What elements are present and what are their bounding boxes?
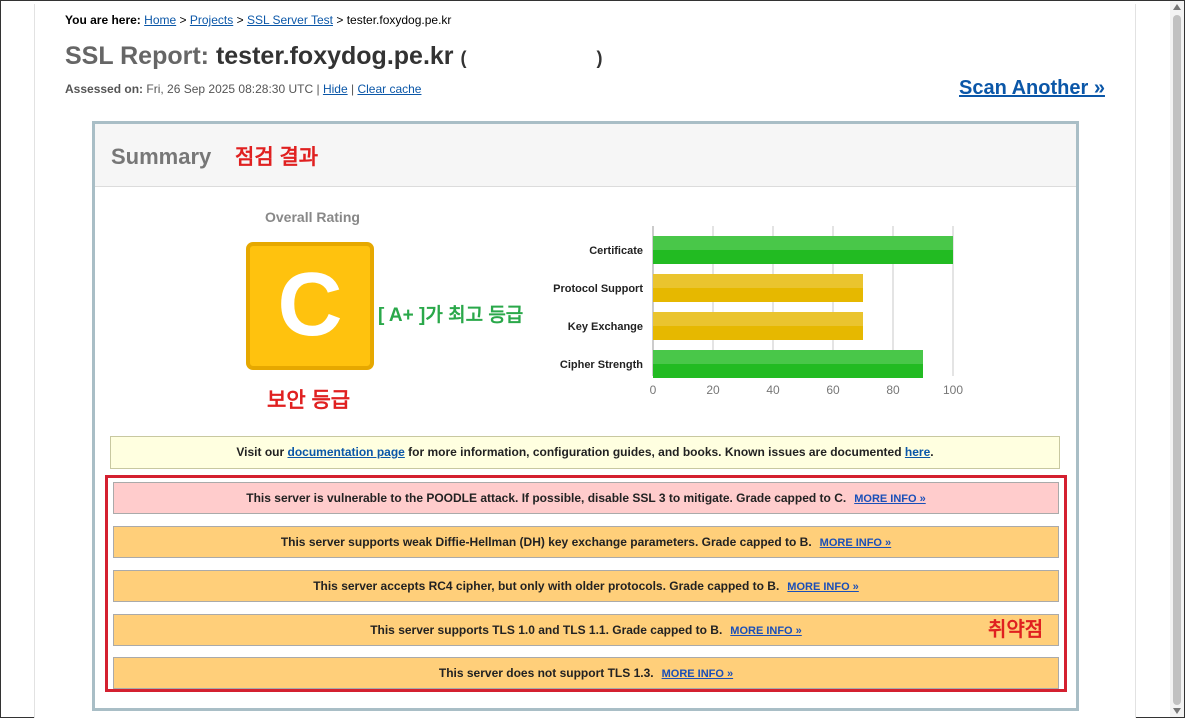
grade-badge: C bbox=[246, 242, 374, 370]
warning-no-tls13: This server does not support TLS 1.3. MOR… bbox=[113, 657, 1059, 689]
documentation-page-link[interactable]: documentation page bbox=[288, 445, 405, 459]
breadcrumb-separator: > bbox=[236, 13, 244, 27]
vertical-scrollbar[interactable] bbox=[1170, 1, 1184, 717]
title-prefix: SSL Report: bbox=[65, 42, 209, 70]
chart-tick-label: 20 bbox=[706, 383, 720, 397]
chart-tick-label: 100 bbox=[943, 383, 963, 397]
breadcrumb-ssl-server-test-link[interactable]: SSL Server Test bbox=[247, 13, 333, 27]
summary-panel: Summary 점검 결과 Overall Rating C 보안 등급 [ A… bbox=[92, 121, 1079, 711]
chart-tick-label: 0 bbox=[650, 383, 657, 397]
vulnerability-annotation: 취약점 bbox=[988, 619, 1044, 641]
breadcrumb-separator: > bbox=[179, 13, 187, 27]
page-title: SSL Report: tester.foxydog.pe.kr () bbox=[65, 42, 602, 71]
info-text-middle: for more information, configuration guid… bbox=[404, 445, 905, 459]
vulnerability-highlight-frame: This server is vulnerable to the POODLE … bbox=[105, 475, 1067, 692]
warning-old-tls: This server supports TLS 1.0 and TLS 1.1… bbox=[113, 614, 1059, 646]
info-text-before: Visit our bbox=[236, 445, 288, 459]
overall-rating-label: Overall Rating bbox=[265, 209, 360, 225]
warning-text: This server supports TLS 1.0 and TLS 1.1… bbox=[370, 623, 723, 637]
more-info-link[interactable]: MORE INFO » bbox=[662, 668, 734, 680]
summary-header: Summary 점검 결과 bbox=[95, 124, 1076, 187]
warning-poodle: This server is vulnerable to the POODLE … bbox=[113, 482, 1059, 514]
more-info-link[interactable]: MORE INFO » bbox=[854, 493, 926, 505]
clear-cache-link[interactable]: Clear cache bbox=[357, 82, 421, 96]
title-paren-close: ) bbox=[596, 48, 603, 68]
grade-annotation: 보안 등급 bbox=[267, 389, 351, 412]
top-grade-annotation: [ A+ ]가 최고 등급 bbox=[378, 305, 524, 326]
more-info-link[interactable]: MORE INFO » bbox=[820, 537, 892, 549]
breadcrumb-current: tester.foxydog.pe.kr bbox=[346, 13, 452, 27]
breadcrumb-home-link[interactable]: Home bbox=[144, 13, 176, 27]
scrollbar-thumb[interactable] bbox=[1173, 15, 1181, 705]
rating-bar-chart: 0 20 40 60 80 100 Certificate Protocol Support K… bbox=[553, 226, 963, 397]
scroll-down-arrow-icon[interactable] bbox=[1173, 708, 1181, 714]
chart-tick-label: 40 bbox=[766, 383, 780, 397]
chart-category-label: Cipher Strength bbox=[560, 359, 643, 371]
warning-weak-dh: This server supports weak Diffie-Hellman… bbox=[113, 526, 1059, 558]
scroll-up-arrow-icon[interactable] bbox=[1173, 4, 1181, 10]
known-issues-here-link[interactable]: here bbox=[905, 445, 930, 459]
chart-bar-highlight bbox=[653, 274, 863, 288]
assessed-on: Assessed on: Fri, 26 Sep 2025 08:28:30 U… bbox=[65, 82, 421, 96]
chart-category-label: Certificate bbox=[589, 245, 643, 257]
warning-text: This server is vulnerable to the POODLE … bbox=[246, 491, 847, 505]
assessed-label: Assessed on: bbox=[65, 82, 144, 96]
warning-text: This server does not support TLS 1.3. bbox=[438, 666, 654, 680]
title-paren-open: ( bbox=[460, 48, 467, 68]
assessed-value: Fri, 26 Sep 2025 08:28:30 UTC | bbox=[146, 82, 320, 96]
more-info-link[interactable]: MORE INFO » bbox=[730, 625, 802, 637]
info-text-after: . bbox=[930, 445, 934, 459]
warning-text: This server accepts RC4 cipher, but only… bbox=[313, 579, 780, 593]
scan-another-link[interactable]: Scan Another » bbox=[959, 77, 1105, 100]
breadcrumb: You are here: Home > Projects > SSL Serv… bbox=[65, 13, 451, 27]
warning-rc4: This server accepts RC4 cipher, but only… bbox=[113, 570, 1059, 602]
title-host: tester.foxydog.pe.kr bbox=[215, 42, 454, 70]
chart-tick-label: 60 bbox=[826, 383, 840, 397]
info-notice: Visit our documentation page for more in… bbox=[110, 436, 1060, 469]
breadcrumb-projects-link[interactable]: Projects bbox=[190, 13, 233, 27]
chart-bar-highlight bbox=[653, 236, 953, 250]
warning-text: This server supports weak Diffie-Hellman… bbox=[280, 535, 812, 549]
breadcrumb-separator: > bbox=[336, 13, 344, 27]
assessed-pipe: | bbox=[350, 82, 355, 96]
chart-category-label: Protocol Support bbox=[553, 283, 643, 295]
summary-title: Summary bbox=[111, 144, 212, 169]
chart-bar-highlight bbox=[653, 312, 863, 326]
chart-category-label: Key Exchange bbox=[568, 321, 643, 333]
hide-link[interactable]: Hide bbox=[323, 82, 348, 96]
breadcrumb-prefix: You are here: bbox=[65, 13, 141, 27]
chart-tick-label: 80 bbox=[886, 383, 900, 397]
summary-annotation: 점검 결과 bbox=[235, 146, 319, 169]
chart-bar-highlight bbox=[653, 350, 923, 364]
more-info-link[interactable]: MORE INFO » bbox=[787, 581, 859, 593]
